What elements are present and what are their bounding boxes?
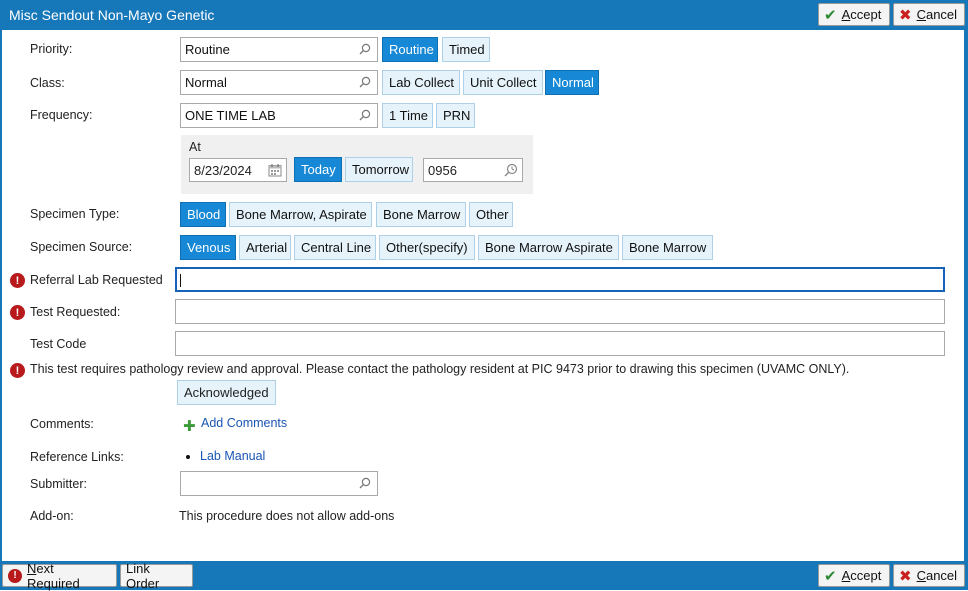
footer-cancel-button[interactable]: ✖ Cancel [893, 564, 965, 587]
priority-option-timed[interactable]: Timed [442, 37, 490, 62]
date-field[interactable]: 8/23/2024 [189, 158, 287, 182]
specimen-source-label: Specimen Source: [30, 240, 133, 254]
pathology-message: This test requires pathology review and … [30, 362, 850, 376]
frequency-field[interactable]: ONE TIME LAB [180, 103, 378, 128]
class-value: Normal [185, 75, 227, 90]
at-label: At [189, 140, 201, 154]
link-order-button[interactable]: Link Order [120, 561, 193, 591]
cancel-button[interactable]: ✖ Cancel [893, 3, 965, 26]
test-code-input[interactable] [175, 331, 945, 356]
next-required-label: Next Required [26, 560, 80, 591]
specimen-type-bone-marrow[interactable]: Bone Marrow [376, 202, 466, 227]
required-icon: ! [10, 305, 25, 320]
specimen-type-label: Specimen Type: [30, 207, 120, 221]
priority-field[interactable]: Routine [180, 37, 378, 62]
class-option-lab-collect[interactable]: Lab Collect [382, 70, 460, 95]
next-required-button[interactable]: ! Next Required [2, 561, 117, 591]
at-panel: At 8/23/2024 Today Tomorrow 0956 [181, 135, 533, 194]
accept-label: Accept [841, 7, 882, 22]
title-bar: Misc Sendout Non-Mayo Genetic ✔ Accept ✖… [0, 0, 968, 30]
add-comments-link[interactable]: Add Comments [201, 416, 287, 430]
link-order-label: Link Order [126, 560, 160, 591]
search-icon[interactable] [359, 477, 371, 489]
class-label: Class: [30, 76, 65, 90]
tomorrow-button[interactable]: Tomorrow [345, 157, 413, 182]
search-icon[interactable] [359, 76, 371, 88]
text-caret [180, 274, 181, 287]
specimen-source-central-line[interactable]: Central Line [294, 235, 376, 260]
submitter-field[interactable] [180, 471, 378, 496]
class-field[interactable]: Normal [180, 70, 378, 95]
footer-bar: ! Next Required Link Order ✔ Accept ✖ Ca… [0, 561, 968, 591]
test-code-label: Test Code [30, 337, 87, 351]
specimen-source-venous[interactable]: Venous [180, 235, 236, 260]
required-icon: ! [10, 273, 25, 288]
window-border-left [0, 30, 2, 561]
date-value: 8/23/2024 [194, 162, 252, 178]
specimen-type-bone-marrow-aspirate[interactable]: Bone Marrow, Aspirate [229, 202, 372, 227]
specimen-source-other-specify[interactable]: Other(specify) [379, 235, 475, 260]
acknowledged-button[interactable]: Acknowledged [177, 380, 276, 405]
priority-label: Priority: [30, 42, 73, 56]
window-title: Misc Sendout Non-Mayo Genetic [9, 7, 215, 23]
footer-accept-button[interactable]: ✔ Accept [818, 564, 890, 587]
window-border-right [964, 30, 968, 561]
bullet [186, 455, 190, 459]
priority-option-routine[interactable]: Routine [382, 37, 438, 62]
search-icon[interactable] [359, 109, 371, 121]
x-icon: ✖ [899, 6, 912, 24]
lab-manual-link[interactable]: Lab Manual [200, 449, 265, 463]
required-icon: ! [8, 568, 22, 583]
frequency-value: ONE TIME LAB [185, 108, 276, 123]
cancel-label: Cancel [916, 7, 958, 22]
test-requested-label: Test Requested: [30, 305, 121, 319]
time-value: 0956 [428, 162, 457, 178]
add-on-label: Add-on: [30, 509, 74, 523]
priority-value: Routine [185, 42, 230, 57]
frequency-option-1-time[interactable]: 1 Time [382, 103, 433, 128]
referral-lab-input[interactable] [175, 267, 945, 292]
accept-button[interactable]: ✔ Accept [818, 3, 890, 26]
class-option-unit-collect[interactable]: Unit Collect [463, 70, 543, 95]
time-field[interactable]: 0956 [423, 158, 523, 182]
add-on-text: This procedure does not allow add-ons [179, 509, 395, 523]
submitter-label: Submitter: [30, 477, 87, 491]
plus-icon: ✚ [183, 418, 196, 435]
check-icon: ✔ [824, 6, 837, 24]
class-option-normal[interactable]: Normal [545, 70, 599, 95]
specimen-source-bone-marrow[interactable]: Bone Marrow [622, 235, 713, 260]
comments-label: Comments: [30, 417, 94, 431]
today-button[interactable]: Today [294, 157, 342, 182]
specimen-type-blood[interactable]: Blood [180, 202, 226, 227]
x-icon: ✖ [899, 567, 912, 585]
frequency-option-prn[interactable]: PRN [436, 103, 475, 128]
specimen-type-other[interactable]: Other [469, 202, 513, 227]
specimen-source-arterial[interactable]: Arterial [239, 235, 291, 260]
clock-search-icon[interactable] [504, 163, 518, 177]
cancel-label: Cancel [916, 568, 958, 583]
required-icon: ! [10, 363, 25, 378]
calendar-icon[interactable] [268, 163, 282, 177]
accept-label: Accept [841, 568, 882, 583]
search-icon[interactable] [359, 43, 371, 55]
frequency-label: Frequency: [30, 108, 93, 122]
specimen-source-bone-marrow-aspirate[interactable]: Bone Marrow Aspirate [478, 235, 619, 260]
reference-links-label: Reference Links: [30, 450, 124, 464]
test-requested-input[interactable] [175, 299, 945, 324]
check-icon: ✔ [824, 567, 837, 585]
referral-lab-label: Referral Lab Requested [30, 273, 163, 287]
